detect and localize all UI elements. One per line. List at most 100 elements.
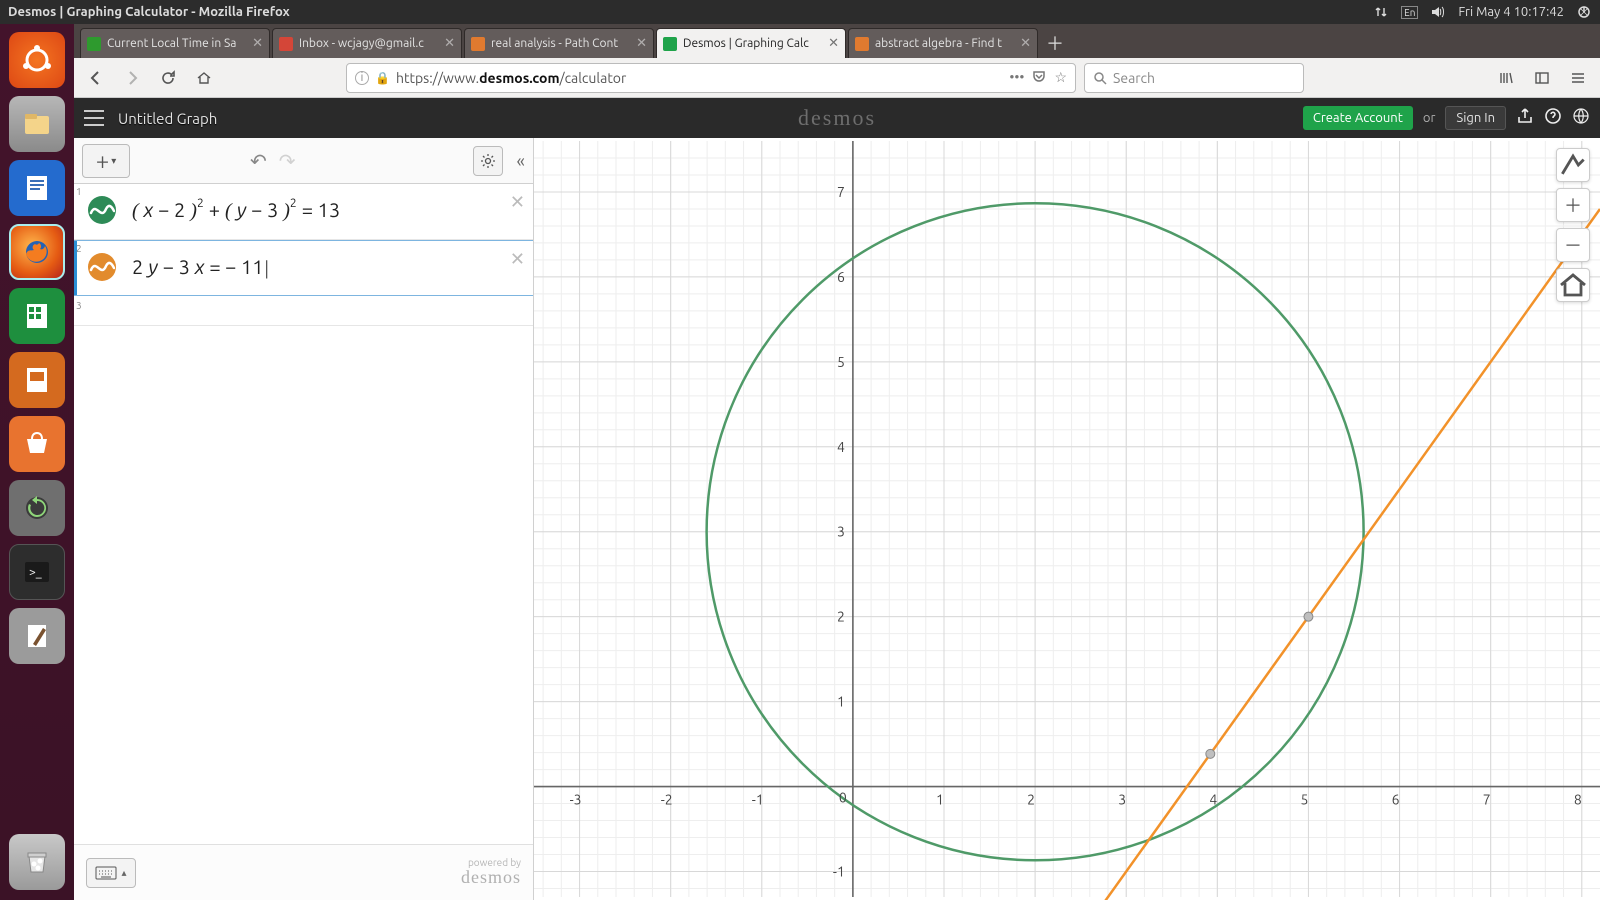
zoom-out-button[interactable]: － (1556, 228, 1590, 262)
launcher-firefox[interactable] (9, 224, 65, 280)
add-expression-button[interactable]: +▾ (82, 144, 130, 178)
expression-color-icon[interactable] (88, 196, 116, 224)
zoom-in-button[interactable]: ＋ (1556, 188, 1590, 222)
browser-tab[interactable]: Inbox - wcjagy@gmail.c ✕ (272, 28, 462, 58)
language-icon[interactable] (1572, 107, 1590, 129)
home-button[interactable] (190, 64, 218, 92)
hamburger-menu[interactable] (1564, 64, 1592, 92)
browser-tab[interactable]: real analysis - Path Cont ✕ (464, 28, 654, 58)
tab-label: Desmos | Graphing Calc (683, 37, 822, 50)
expression-row[interactable]: 1 ( x − 2 )2 + ( y − 3 )2 = 13 ✕ (74, 184, 533, 240)
keyboard-lang[interactable]: En (1401, 6, 1418, 19)
desmos-menu-icon[interactable] (84, 110, 104, 126)
svg-text:-3: -3 (570, 792, 582, 808)
navbar: i 🔒 https://www.desmos.com/calculator ••… (74, 58, 1600, 98)
desmos-app: Untitled Graph desmos Create Account or … (74, 98, 1600, 900)
graph-settings-icon[interactable] (1556, 148, 1590, 182)
expression-toolbar: +▾ ↶ ↷ « (74, 138, 533, 184)
redo-button[interactable]: ↷ (279, 149, 296, 173)
back-button[interactable] (82, 64, 110, 92)
collapse-panel-icon[interactable]: « (517, 151, 525, 171)
new-tab-button[interactable]: ＋ (1040, 28, 1070, 58)
url-text: https://www.desmos.com/calculator (396, 70, 1003, 86)
share-icon[interactable] (1516, 107, 1534, 129)
favicon (87, 37, 101, 51)
expression-color-icon[interactable] (88, 253, 116, 281)
svg-text:2: 2 (837, 609, 845, 625)
graph-canvas[interactable]: -3-2-1012345678-11234567 ＋ － (534, 138, 1600, 900)
desmos-topbar: Untitled Graph desmos Create Account or … (74, 98, 1600, 138)
help-icon[interactable] (1544, 107, 1562, 129)
svg-text:1: 1 (936, 792, 944, 808)
powered-by: powered by desmos (461, 857, 521, 888)
launcher-trash[interactable] (9, 834, 65, 890)
expression-row[interactable]: 2 2 y − 3 x = − 11| ✕ (74, 240, 533, 296)
expression-panel: +▾ ↶ ↷ « 1 ( x − 2 )2 + ( y (74, 138, 534, 900)
close-tab-icon[interactable]: ✕ (828, 36, 839, 51)
expression-settings-icon[interactable] (473, 146, 503, 176)
firefox-window: Current Local Time in Sa ✕ Inbox - wcjag… (74, 24, 1600, 900)
launcher-files[interactable] (9, 96, 65, 152)
or-text: or (1423, 111, 1436, 125)
unity-launcher: >_ (0, 24, 74, 900)
svg-text:6: 6 (1392, 792, 1400, 808)
delete-expression-icon[interactable]: ✕ (510, 249, 525, 270)
expression-number: 3 (74, 296, 86, 325)
network-icon[interactable] (1373, 4, 1389, 20)
browser-tab[interactable]: abstract algebra - Find t ✕ (848, 28, 1038, 58)
lock-icon: 🔒 (375, 71, 390, 85)
expression-number: 2 (74, 241, 86, 295)
favicon (279, 37, 293, 51)
undo-button[interactable]: ↶ (250, 149, 267, 173)
launcher-writer[interactable] (9, 160, 65, 216)
launcher-dash[interactable] (9, 32, 65, 88)
sign-in-button[interactable]: Sign In (1445, 106, 1506, 130)
browser-tab[interactable]: Current Local Time in Sa ✕ (80, 28, 270, 58)
expression-footer: ▴ powered by desmos (74, 844, 533, 900)
launcher-terminal[interactable]: >_ (9, 544, 65, 600)
zoom-home-button[interactable] (1556, 268, 1590, 302)
window-title: Desmos | Graphing Calculator - Mozilla F… (8, 5, 290, 19)
svg-text:7: 7 (837, 184, 845, 200)
close-tab-icon[interactable]: ✕ (444, 36, 455, 51)
forward-button[interactable] (118, 64, 146, 92)
expression-input[interactable]: ( x − 2 )2 + ( y − 3 )2 = 13 (122, 184, 533, 239)
power-icon[interactable] (1576, 4, 1592, 20)
svg-text:8: 8 (1574, 792, 1582, 808)
svg-text:0: 0 (839, 790, 847, 806)
close-tab-icon[interactable]: ✕ (252, 36, 263, 51)
search-box[interactable]: Search (1084, 63, 1304, 93)
close-tab-icon[interactable]: ✕ (636, 36, 647, 51)
close-tab-icon[interactable]: ✕ (1020, 36, 1031, 51)
favicon (855, 37, 869, 51)
library-icon[interactable] (1492, 64, 1520, 92)
launcher-impress[interactable] (9, 352, 65, 408)
desmos-logo: desmos (798, 105, 876, 131)
volume-icon[interactable] (1430, 4, 1446, 20)
favicon (471, 37, 485, 51)
launcher-software[interactable] (9, 416, 65, 472)
graph-svg[interactable]: -3-2-1012345678-11234567 (534, 138, 1600, 900)
browser-tab[interactable]: Desmos | Graphing Calc ✕ (656, 28, 846, 58)
svg-text:1: 1 (837, 694, 845, 710)
launcher-calc[interactable] (9, 288, 65, 344)
expression-input[interactable]: 2 y − 3 x = − 11| (122, 241, 533, 295)
svg-text:4: 4 (837, 439, 845, 455)
sidebar-icon[interactable] (1528, 64, 1556, 92)
keyboard-toggle[interactable]: ▴ (86, 858, 136, 888)
url-bar[interactable]: i 🔒 https://www.desmos.com/calculator ••… (346, 63, 1076, 93)
pocket-icon[interactable] (1032, 69, 1046, 86)
create-account-button[interactable]: Create Account (1303, 106, 1413, 130)
svg-text:7: 7 (1483, 792, 1491, 808)
expression-row[interactable]: 3 (74, 296, 533, 326)
delete-expression-icon[interactable]: ✕ (510, 192, 525, 213)
more-icon[interactable]: ••• (1009, 69, 1024, 86)
bookmark-star-icon[interactable]: ☆ (1054, 69, 1067, 86)
launcher-updater[interactable] (9, 480, 65, 536)
expression-list: 1 ( x − 2 )2 + ( y − 3 )2 = 13 ✕2 2 y − … (74, 184, 533, 844)
reload-button[interactable] (154, 64, 182, 92)
svg-text:3: 3 (837, 524, 845, 540)
clock[interactable]: Fri May 4 10:17:42 (1458, 5, 1564, 19)
launcher-texteditor[interactable] (9, 608, 65, 664)
graph-title[interactable]: Untitled Graph (118, 110, 217, 127)
